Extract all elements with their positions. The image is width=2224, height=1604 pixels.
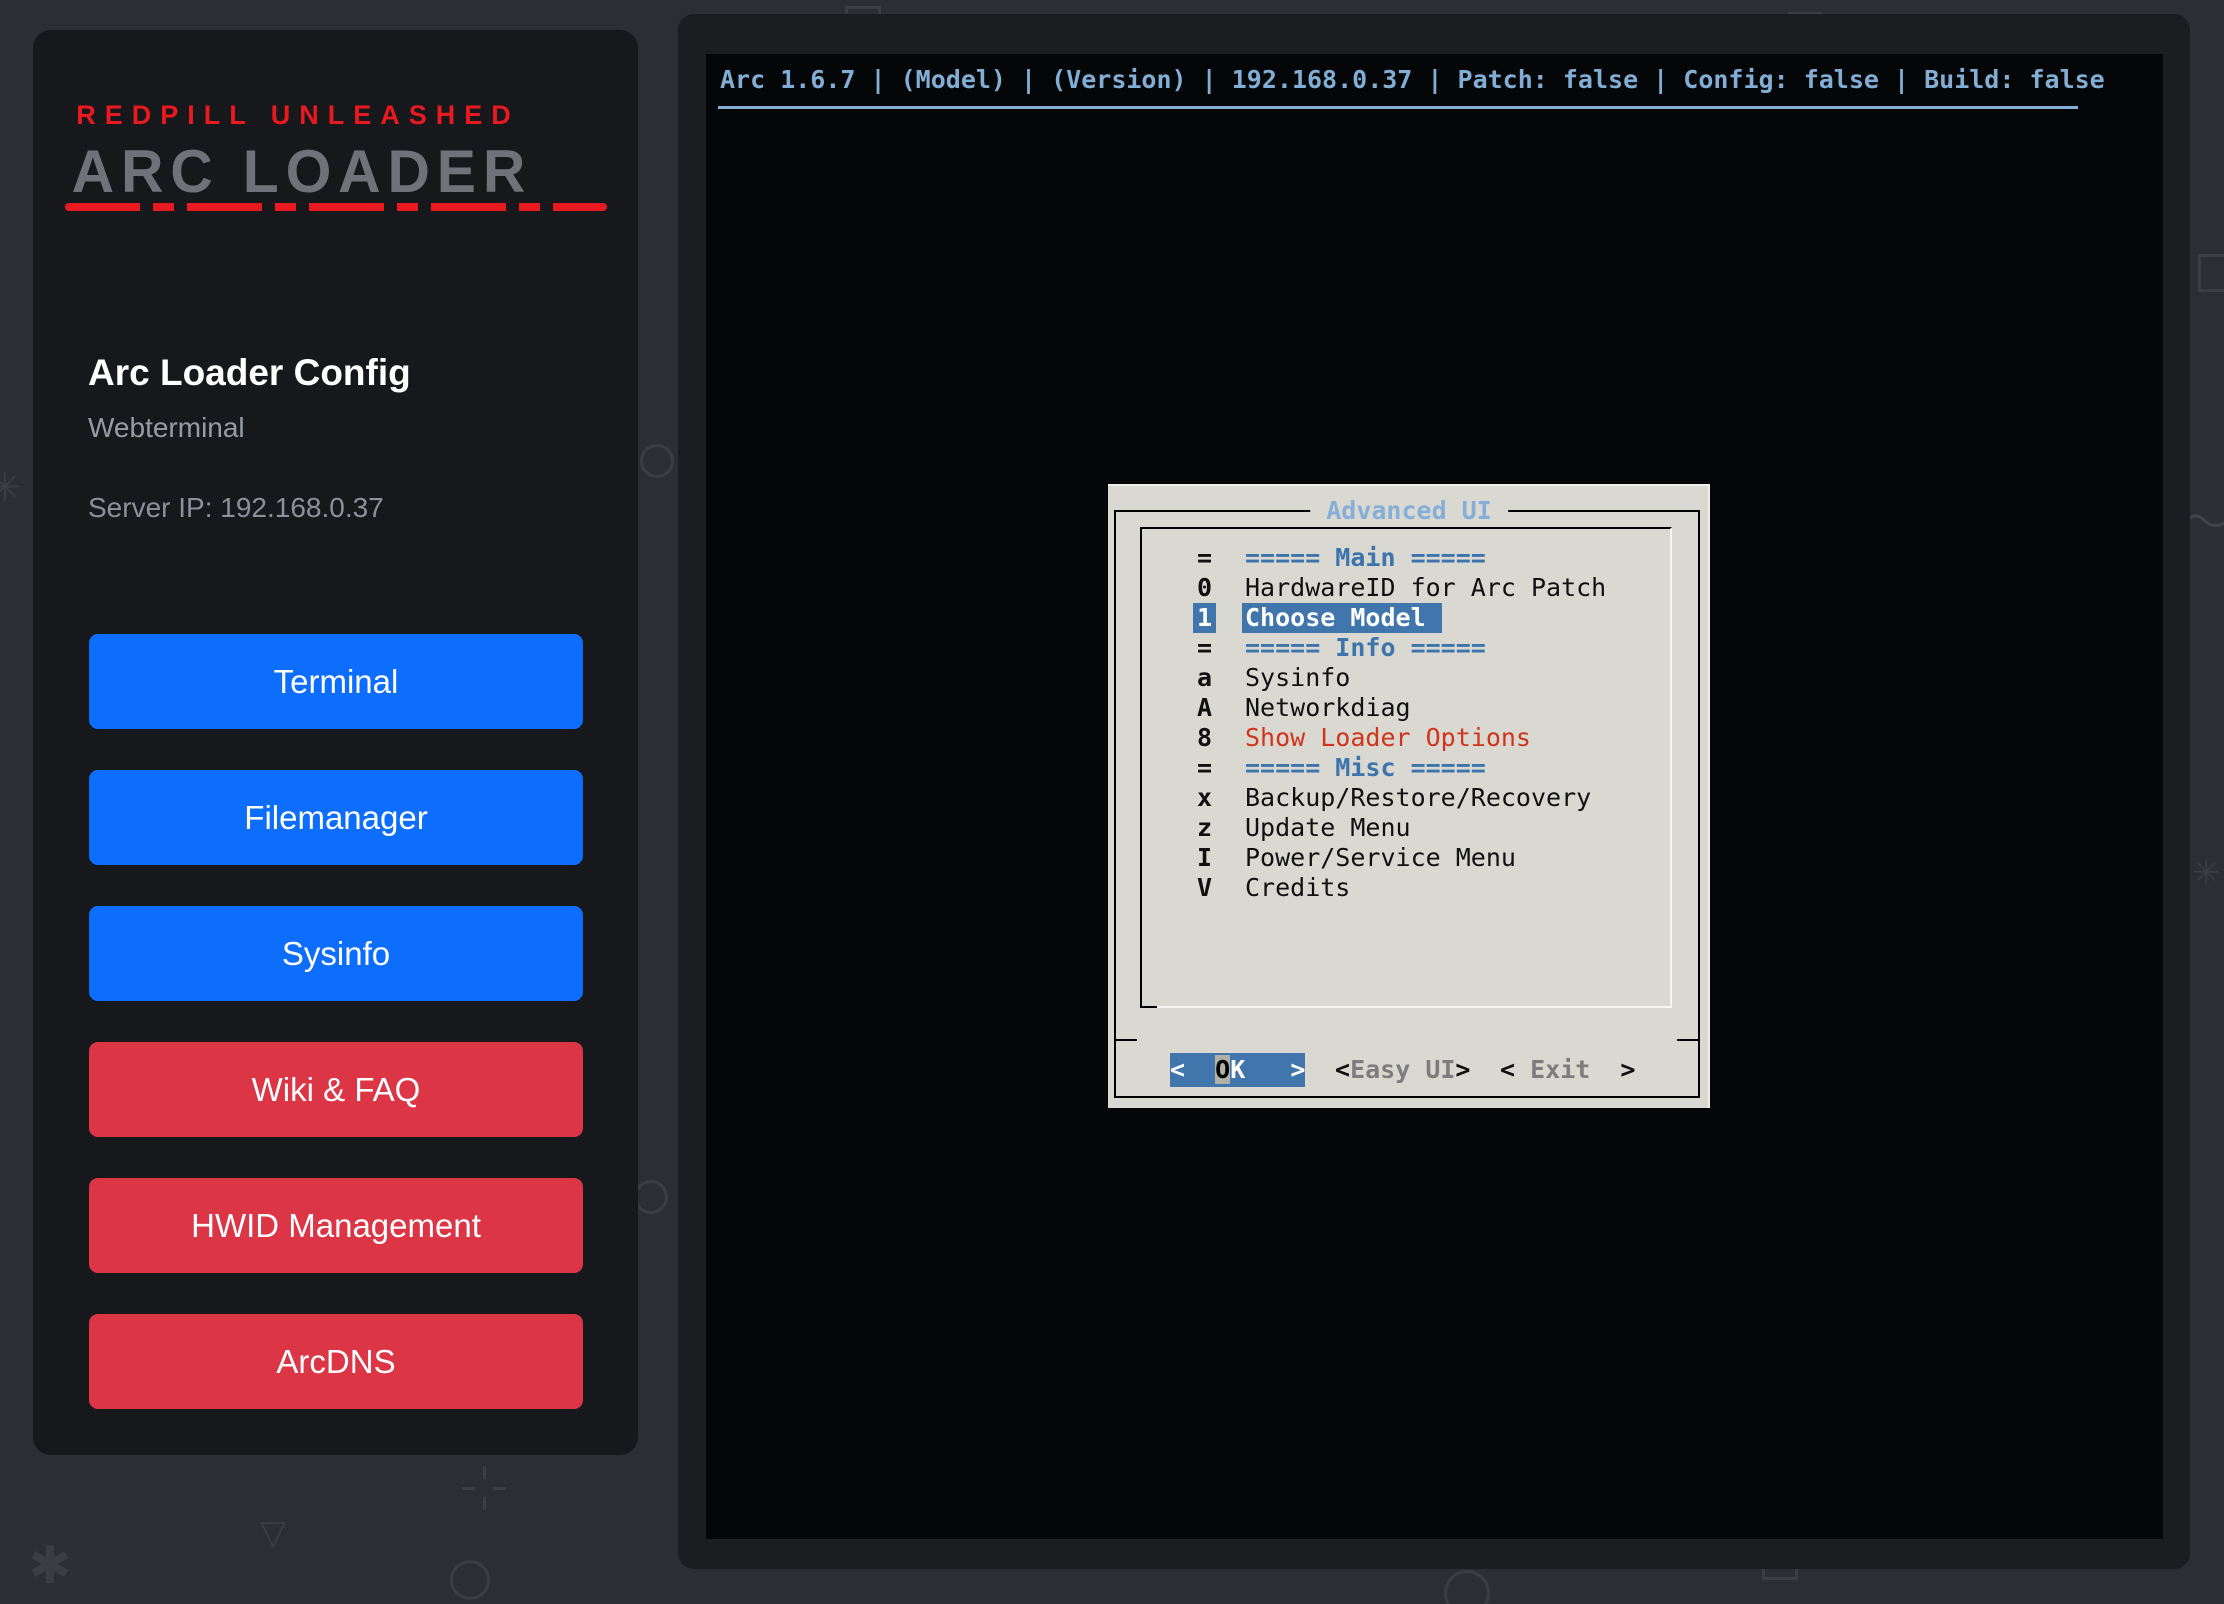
menu-item-key: z <box>1197 813 1212 843</box>
menu-item-key: x <box>1197 783 1212 813</box>
terminal-statusbar: Arc 1.6.7 | (Model) | (Version) | 192.16… <box>720 65 2105 94</box>
terminal-statusbar-rule <box>718 106 2078 109</box>
logo-dashed-divider <box>65 203 607 211</box>
sidebar: REDPILL UNLEASHED ARC LOADER Arc Loader … <box>33 30 638 1455</box>
menu-item[interactable]: A Networkdiag <box>1108 693 1710 723</box>
dialog-divider-right <box>1677 1039 1700 1041</box>
menu-item-label: Show Loader Options <box>1245 723 1531 753</box>
square-decoration-icon <box>2198 254 2224 292</box>
menu-item[interactable]: = ===== Misc ===== <box>1108 753 1710 783</box>
menu-item[interactable]: a Sysinfo <box>1108 663 1710 693</box>
sysinfo-button[interactable]: Sysinfo <box>89 906 583 1001</box>
menu-item-label: ===== Main ===== <box>1245 543 1486 573</box>
arc-loader-logo: REDPILL UNLEASHED ARC LOADER <box>67 100 529 206</box>
easy-ui-label: Easy UI <box>1350 1055 1455 1084</box>
menu-item-key: a <box>1197 663 1212 693</box>
exit-bracket: < <box>1500 1055 1515 1084</box>
menu-item[interactable]: z Update Menu <box>1108 813 1710 843</box>
circle-decoration-icon <box>634 1180 668 1214</box>
menu-item-label: ===== Misc ===== <box>1245 753 1486 783</box>
menu-item-key: = <box>1197 543 1212 573</box>
menu-item-key: A <box>1197 693 1212 723</box>
arcdns-button[interactable]: ArcDNS <box>89 1314 583 1409</box>
sparkle-decoration-icon: ✳ <box>2192 856 2221 890</box>
page-subtitle: Webterminal <box>88 412 245 444</box>
exit-bracket: > <box>1605 1055 1635 1084</box>
menu-item-label: Backup/Restore/Recovery <box>1245 783 1591 813</box>
page-title: Arc Loader Config <box>88 352 411 394</box>
dialog-divider-left <box>1114 1039 1137 1041</box>
menu-item[interactable]: x Backup/Restore/Recovery <box>1108 783 1710 813</box>
menu-item-key: V <box>1197 873 1212 903</box>
menu-item-key: = <box>1197 633 1212 663</box>
circle-decoration-icon <box>1444 1570 1490 1604</box>
menu-item-label: Sysinfo <box>1245 663 1350 693</box>
menu-item-key: 0 <box>1197 573 1212 603</box>
terminal-button[interactable]: Terminal <box>89 634 583 729</box>
circle-decoration-icon <box>640 444 674 478</box>
logo-wordmark: ARC LOADER <box>72 137 525 206</box>
ok-button-text: K > <box>1230 1055 1305 1084</box>
circle-decoration-icon <box>450 1560 490 1600</box>
dialog-title: Advanced UI <box>1310 496 1508 526</box>
menu-item-label: Networkdiag <box>1245 693 1411 723</box>
exit-button[interactable]: < Exit > <box>1500 1053 1635 1087</box>
terminal-frame: Arc 1.6.7 | (Model) | (Version) | 192.16… <box>678 14 2190 1569</box>
asterisk-decoration-icon: ✱ <box>28 1540 72 1592</box>
menu-item-label: Update Menu <box>1245 813 1411 843</box>
hwid-management-button[interactable]: HWID Management <box>89 1178 583 1273</box>
easy-ui-button[interactable]: <Easy UI> <box>1335 1053 1470 1087</box>
menu-item-key: 8 <box>1197 723 1212 753</box>
menu-item-label: Credits <box>1245 873 1350 903</box>
dialog-buttons: < OK > <Easy UI> < Exit > <box>1108 1053 1710 1087</box>
menu-item[interactable]: = ===== Info ===== <box>1108 633 1710 663</box>
arc-loader-page: ▽ ✱ ✳ ✳ REDPILL UNLEASHED ARC LOADER Arc… <box>0 0 2224 1604</box>
sidebar-actions: Terminal Filemanager Sysinfo Wiki & FAQ … <box>89 634 583 1409</box>
triangle-decoration-icon: ▽ <box>260 1516 286 1550</box>
wiki-faq-button[interactable]: Wiki & FAQ <box>89 1042 583 1137</box>
menu-item-label: Choose Model <box>1242 603 1442 633</box>
exit-label: Exit <box>1515 1055 1605 1084</box>
ok-button-text: < <box>1170 1055 1215 1084</box>
menu-item-label: Power/Service Menu <box>1245 843 1516 873</box>
easy-ui-bracket: > <box>1455 1055 1470 1084</box>
sparkle-decoration-icon: ✳ <box>0 468 22 508</box>
menu-item-key: 1 <box>1193 603 1216 633</box>
menu-item[interactable]: I Power/Service Menu <box>1108 843 1710 873</box>
advanced-ui-dialog: Advanced UI = ===== Main ===== 0 HardwareID… <box>1108 484 1710 1108</box>
dialog-menu: = ===== Main ===== 0 HardwareID for Arc Pat… <box>1108 543 1710 903</box>
menu-item[interactable]: 1 Choose Model <box>1108 603 1710 633</box>
menu-item[interactable]: 0 HardwareID for Arc Patch <box>1108 573 1710 603</box>
logo-tagline: REDPILL UNLEASHED <box>67 100 529 131</box>
menu-item[interactable]: = ===== Main ===== <box>1108 543 1710 573</box>
menu-item-label: ===== Info ===== <box>1245 633 1486 663</box>
menu-item-label: HardwareID for Arc Patch <box>1245 573 1606 603</box>
menu-item-key: I <box>1197 843 1212 873</box>
menu-item[interactable]: V Credits <box>1108 873 1710 903</box>
ok-button-cursor: O <box>1215 1055 1230 1084</box>
server-ip-label: Server IP: 192.168.0.37 <box>88 492 384 524</box>
crosshair-decoration-icon <box>462 1466 506 1510</box>
filemanager-button[interactable]: Filemanager <box>89 770 583 865</box>
menu-item[interactable]: 8 Show Loader Options <box>1108 723 1710 753</box>
terminal-screen[interactable]: Arc 1.6.7 | (Model) | (Version) | 192.16… <box>706 54 2163 1539</box>
easy-ui-bracket: < <box>1335 1055 1350 1084</box>
menu-item-key: = <box>1197 753 1212 783</box>
ok-button[interactable]: < OK > <box>1170 1053 1305 1087</box>
